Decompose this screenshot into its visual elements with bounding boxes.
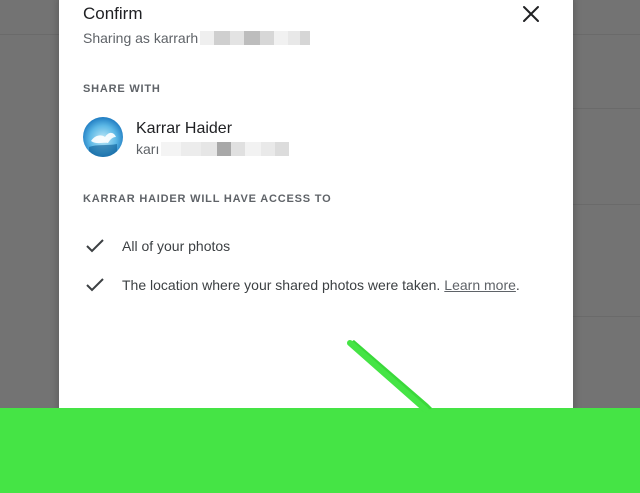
green-arrow-annotation [347,340,432,413]
